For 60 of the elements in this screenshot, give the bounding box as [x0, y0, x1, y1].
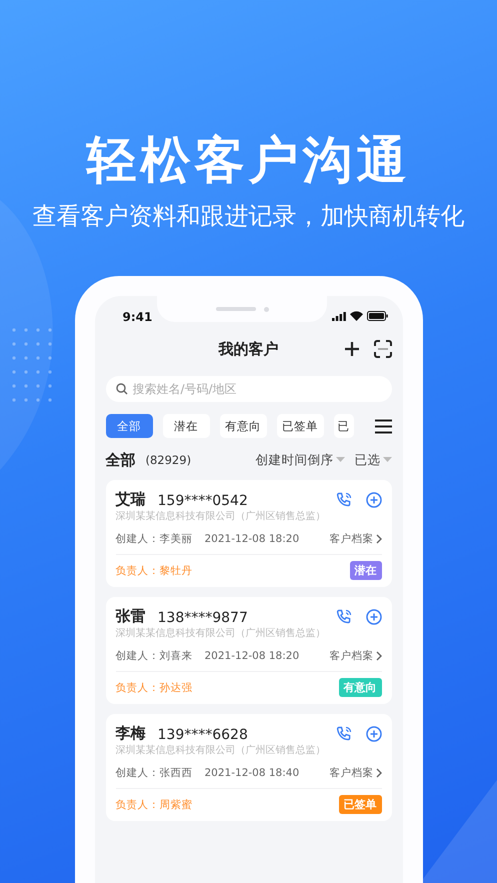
page-title: 我的客户 [218, 340, 278, 358]
phone-call-icon[interactable] [336, 492, 352, 508]
phone-call-icon[interactable] [336, 608, 352, 624]
customer-card[interactable]: 艾瑞 159****0542 深圳某某信息科技有限公司（广州区销售总监） 创建人：李美丽 2021-12-08 18:20 客户档案 负责人：黎牡丹 潜在 [106, 480, 392, 587]
creator-text: 创建人：刘喜来 [116, 649, 192, 663]
company-text: 深圳某某信息科技有限公司（广州区销售总监） [116, 510, 326, 523]
customer-phone: 138****9877 [158, 610, 248, 626]
chevron-right-icon [376, 768, 382, 778]
search-icon [116, 383, 128, 395]
signal-icon [332, 312, 346, 320]
filter-tab[interactable]: 已签单 [276, 414, 324, 438]
status-tag: 已签单 [338, 795, 382, 814]
status-tag: 有意向 [338, 678, 382, 697]
add-circle-icon[interactable] [366, 726, 382, 742]
customer-phone: 139****6628 [158, 727, 248, 743]
phone-call-icon[interactable] [336, 726, 352, 742]
owner-text: 负责人：周紫蜜 [116, 798, 192, 812]
owner-text: 负责人：孙达强 [116, 680, 192, 694]
customer-name: 李梅 [116, 724, 146, 743]
caret-icon [336, 457, 344, 463]
status-time: 9:41 [122, 310, 152, 324]
customer-name: 张雷 [116, 607, 146, 626]
wifi-icon [350, 311, 364, 321]
owner-text: 负责人：黎牡丹 [116, 564, 192, 578]
created-time: 2021-12-08 18:20 [204, 533, 300, 545]
customer-card[interactable]: 张雷 138****9877 深圳某某信息科技有限公司（广州区销售总监） 创建人：刘喜来 2021-12-08 18:20 客户档案 负责人：孙达强 有意向 [106, 597, 392, 704]
headline: 轻松客户沟通 [86, 130, 410, 191]
scan-icon[interactable] [374, 340, 392, 358]
company-text: 深圳某某信息科技有限公司（广州区销售总监） [116, 626, 326, 640]
customer-name: 艾瑞 [116, 490, 146, 509]
battery-icon [367, 311, 388, 321]
caret-icon [382, 457, 392, 463]
profile-link[interactable]: 客户档案 [330, 766, 382, 780]
summary-label: 全部 [106, 450, 136, 470]
profile-link[interactable]: 客户档案 [330, 649, 382, 663]
filter-dropdown[interactable]: 已选 [354, 452, 392, 468]
customer-card[interactable]: 李梅 139****6628 深圳某某信息科技有限公司（广州区销售总监） 创建人：张西西 2021-12-08 18:40 客户档案 负责人：周紫蜜 已签单 [106, 714, 392, 821]
search-field[interactable]: 搜索姓名/号码/地区 [132, 382, 372, 396]
add-circle-icon[interactable] [366, 492, 382, 508]
filter-tab[interactable]: 已 [334, 414, 354, 438]
subtitle: 查看客户资料和跟进记录，加快商机转化 [32, 201, 464, 232]
creator-text: 创建人：张西西 [116, 766, 192, 780]
created-time: 2021-12-08 18:20 [204, 650, 300, 662]
filter-tab[interactable]: 潜在 [162, 414, 210, 438]
created-time: 2021-12-08 18:40 [204, 767, 300, 779]
chevron-right-icon [376, 534, 382, 544]
menu-icon[interactable] [374, 418, 392, 434]
filter-tab[interactable]: 有意向 [220, 414, 266, 438]
customer-phone: 159****0542 [158, 493, 248, 509]
chevron-right-icon [376, 651, 382, 661]
customer-count: (82929) [146, 453, 192, 467]
sort-dropdown[interactable]: 创建时间倒序 [256, 452, 344, 468]
status-tag: 潜在 [350, 561, 382, 580]
search-bar[interactable]: 搜索姓名/号码/地区 [106, 376, 392, 402]
add-circle-icon[interactable] [366, 608, 382, 624]
add-icon[interactable] [344, 341, 360, 357]
filter-tab[interactable]: 全部 [106, 414, 152, 438]
profile-link[interactable]: 客户档案 [330, 532, 382, 546]
creator-text: 创建人：李美丽 [116, 532, 192, 546]
company-text: 深圳某某信息科技有限公司（广州区销售总监） [116, 744, 326, 757]
